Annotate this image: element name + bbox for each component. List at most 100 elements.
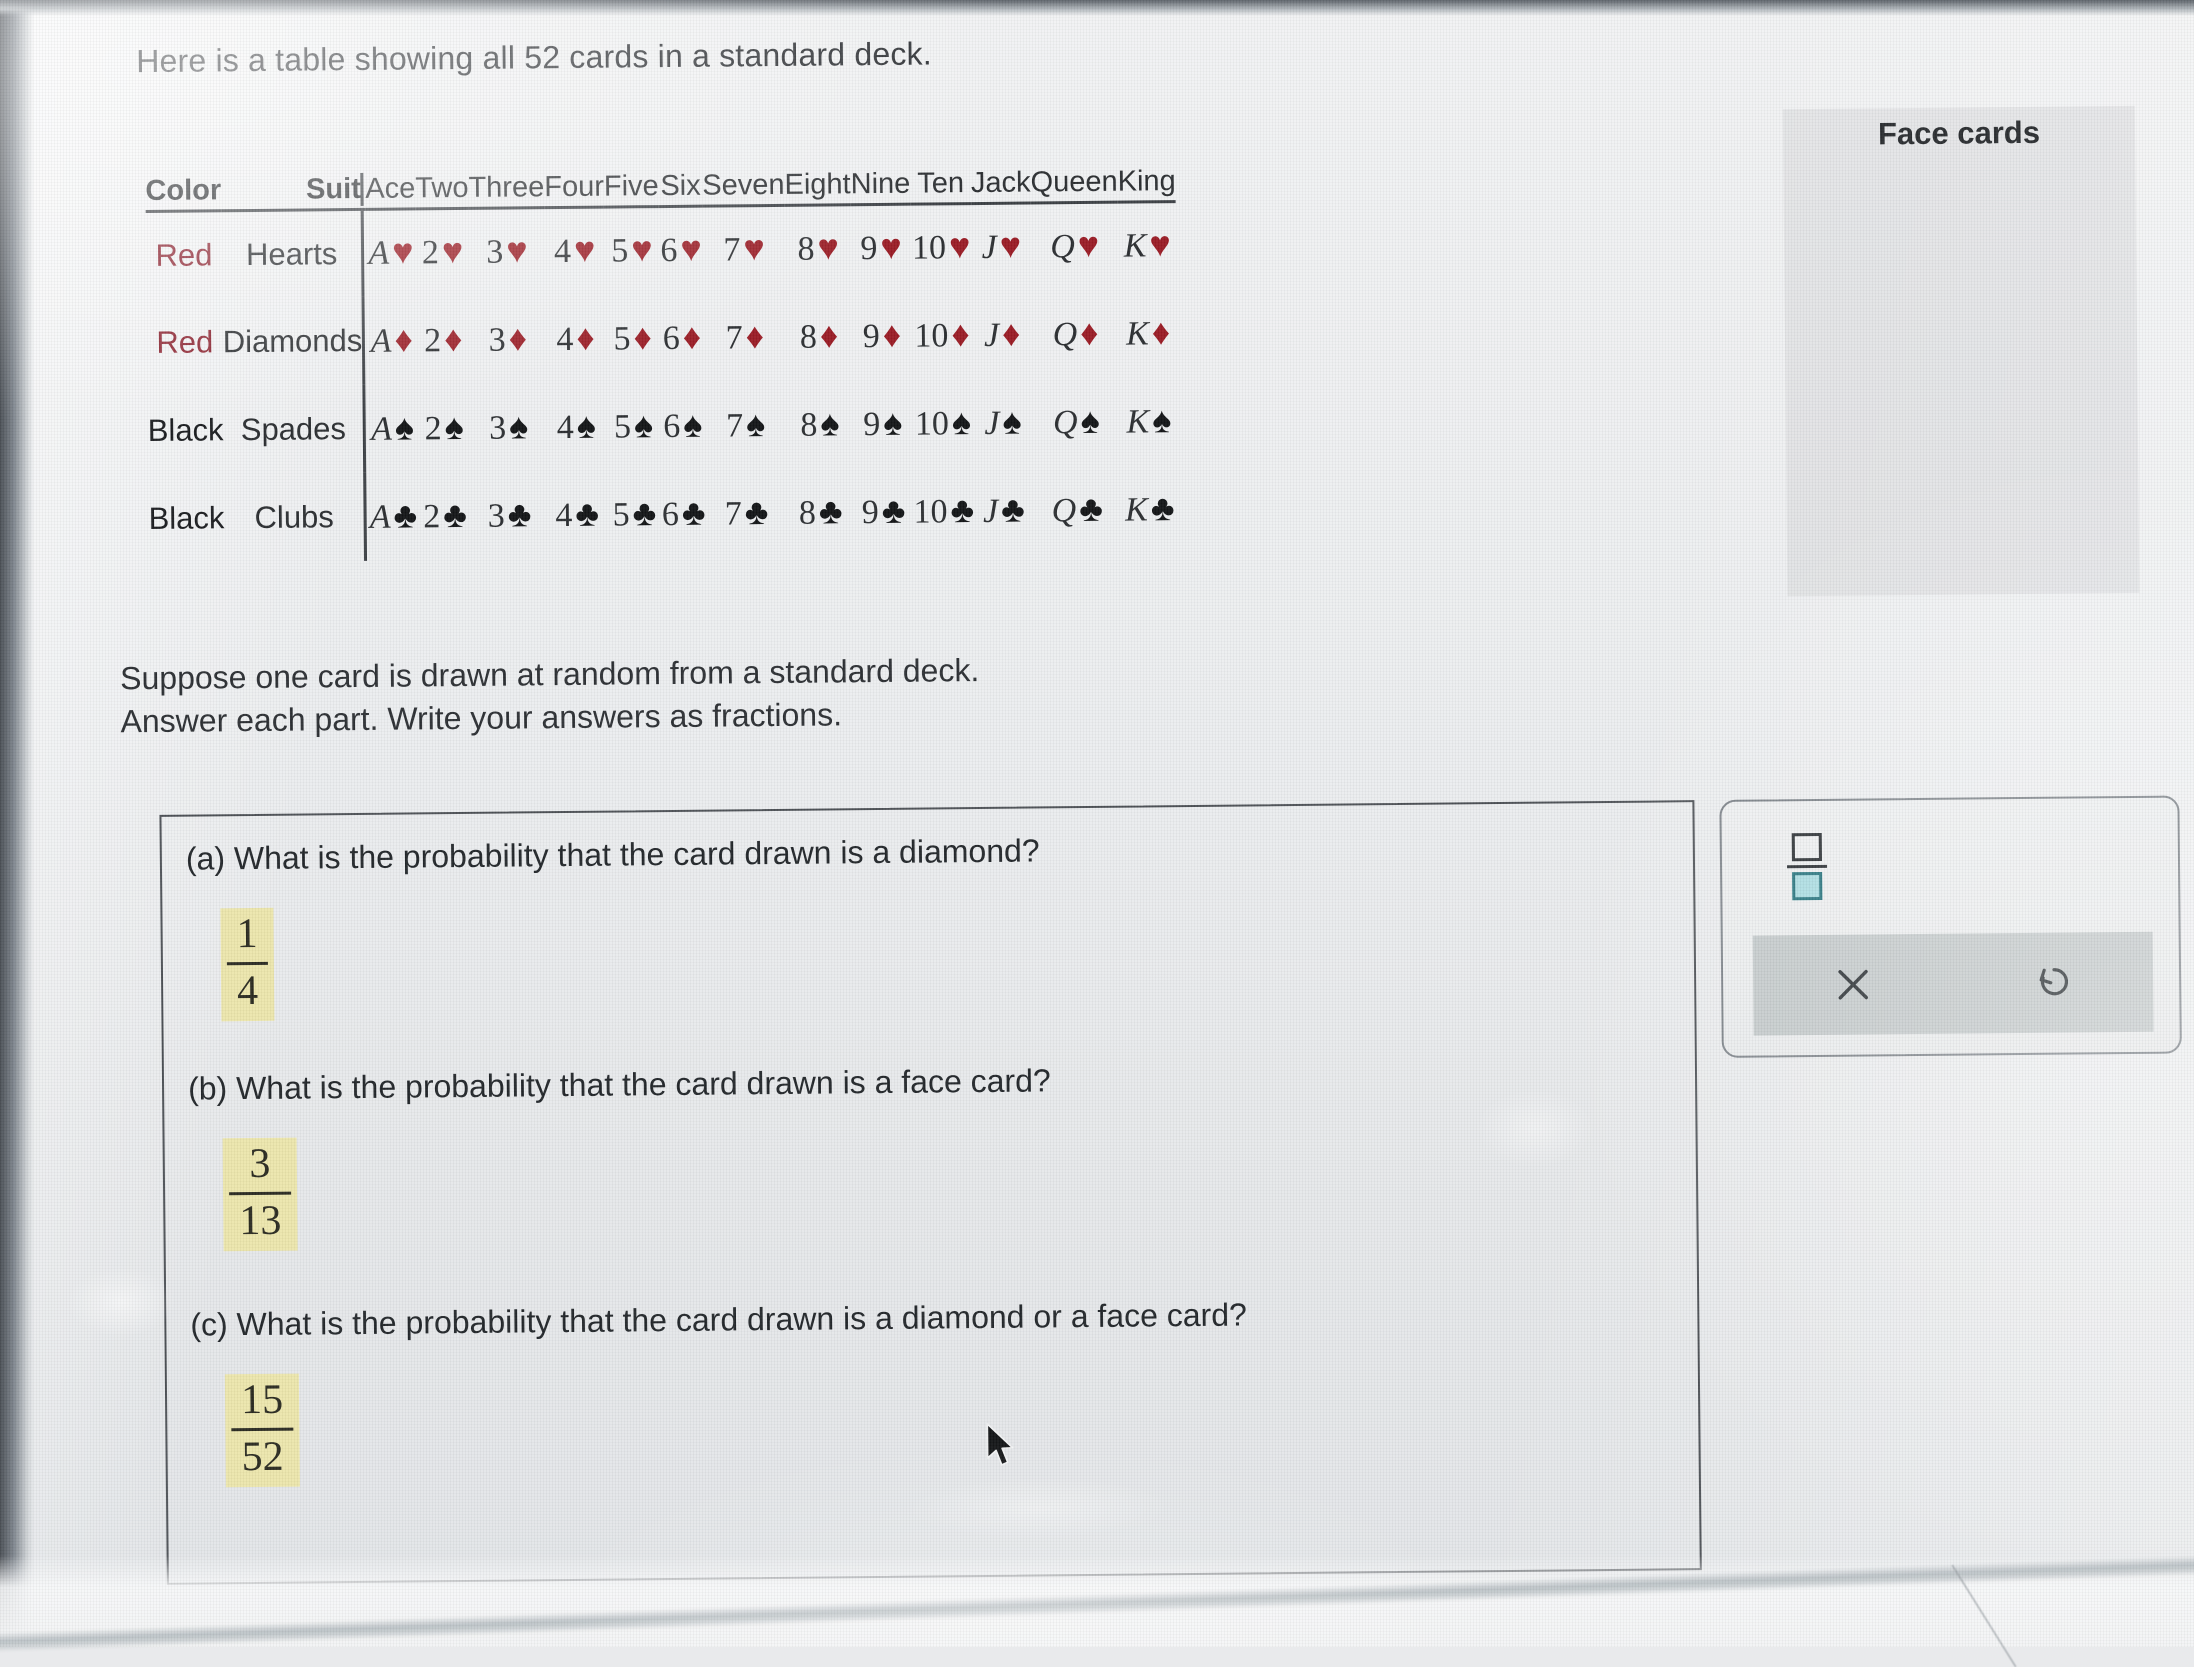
suit-pip-hearts-icon: ♥ xyxy=(441,231,464,272)
header-rank-king: King xyxy=(1117,165,1176,198)
suit-pip-clubs-icon: ♣ xyxy=(393,494,418,536)
suit-pip-spades-icon: ♠ xyxy=(633,404,654,445)
card-rank: A xyxy=(369,498,391,536)
card-rank: 10 xyxy=(914,316,949,355)
card-diamonds-3: 3♦ xyxy=(470,295,547,384)
answer-a-fraction-bar xyxy=(226,962,268,966)
deck-row-clubs: Black Clubs A♣ 2♣ 3♣ 4♣ 5♣ 6♣ 7♣ 8♣ 9♣ 10♣ J♣ Q♣ K♣ xyxy=(148,465,1179,563)
undo-icon xyxy=(2039,968,2069,996)
card-rank: J xyxy=(984,404,1000,442)
cell-color-diamonds: Red xyxy=(156,324,214,360)
card-diamonds-7: 7♦ xyxy=(703,293,786,382)
card-rank: 4 xyxy=(555,496,573,534)
card-spades-10: 10♠ xyxy=(912,379,973,468)
card-rank: 3 xyxy=(486,233,504,271)
screen-top-edge xyxy=(0,0,2194,16)
card-hearts-10: 10♥ xyxy=(911,203,972,292)
cell-color-spades: Black xyxy=(147,412,224,448)
card-hearts-k: K♥ xyxy=(1118,201,1177,290)
suit-pip-clubs-icon: ♣ xyxy=(575,493,600,534)
suit-pip-diamonds-icon: ♦ xyxy=(394,318,414,360)
question-a: (a) What is the probability that the car… xyxy=(161,802,1692,1022)
fraction-denominator-box[interactable] xyxy=(1792,871,1823,901)
card-rank: 7 xyxy=(724,494,742,532)
card-rank: 5 xyxy=(613,319,631,358)
card-spades-7: 7♠ xyxy=(704,381,787,470)
suit-pip-clubs-icon: ♣ xyxy=(507,493,532,535)
cell-color-clubs: Black xyxy=(148,500,225,536)
tool-action-bar xyxy=(1752,931,2154,1036)
card-rank: A xyxy=(368,234,390,273)
card-rank: 2 xyxy=(423,497,441,535)
card-rank: 9 xyxy=(863,405,881,443)
suit-pip-clubs-icon: ♣ xyxy=(681,492,706,533)
suit-pip-spades-icon: ♠ xyxy=(576,405,597,446)
fraction-template-bar xyxy=(1787,864,1828,869)
card-rank: 4 xyxy=(553,233,572,271)
card-spades-k: K♠ xyxy=(1120,377,1179,466)
suit-pip-diamonds-icon: ♦ xyxy=(882,314,902,355)
card-diamonds-9: 9♦ xyxy=(852,292,912,381)
suit-pip-diamonds-icon: ♦ xyxy=(576,317,595,358)
card-spades-9: 9♠ xyxy=(853,380,913,469)
answer-c-denominator: 52 xyxy=(241,1434,284,1481)
card-clubs-10: 10♣ xyxy=(913,467,974,556)
card-rank: J xyxy=(981,229,997,267)
card-clubs-k: K♣ xyxy=(1120,465,1179,554)
face-cards-label: Face cards xyxy=(1877,114,2041,152)
suit-pip-diamonds-icon: ♦ xyxy=(951,313,970,354)
card-clubs-q: Q♣ xyxy=(1033,466,1121,555)
suit-pip-hearts-icon: ♥ xyxy=(631,229,653,270)
suit-pip-hearts-icon: ♥ xyxy=(1149,224,1171,265)
undo-button[interactable] xyxy=(1953,957,2153,1009)
cell-suit-clubs: Clubs xyxy=(254,499,334,535)
suit-pip-spades-icon: ♠ xyxy=(1002,401,1022,442)
suit-pip-clubs-icon: ♣ xyxy=(1000,489,1025,530)
answer-b-numerator: 3 xyxy=(249,1140,271,1188)
answer-a-denominator: 4 xyxy=(236,968,259,1015)
card-clubs-7: 7♣ xyxy=(705,469,788,558)
suit-pip-hearts-icon: ♥ xyxy=(948,226,971,267)
card-rank: 7 xyxy=(725,318,743,356)
card-spades-5: 5♠ xyxy=(606,382,662,471)
worksheet-content: Here is a table showing all 52 cards in … xyxy=(0,0,2194,1655)
card-hearts-2: 2♥ xyxy=(416,208,470,297)
card-hearts-3: 3♥ xyxy=(469,207,546,296)
suit-pip-hearts-icon: ♥ xyxy=(573,229,596,271)
card-rank: A xyxy=(370,410,393,448)
card-rank: J xyxy=(983,316,1000,354)
answer-a-numerator: 1 xyxy=(236,910,258,958)
card-diamonds-4: 4♦ xyxy=(545,295,605,384)
suit-pip-diamonds-icon: ♦ xyxy=(508,317,528,359)
fraction-numerator-box[interactable] xyxy=(1791,832,1822,862)
suit-pip-spades-icon: ♠ xyxy=(508,405,529,447)
header-rank-queen: Queen xyxy=(1030,165,1118,199)
card-diamonds-5: 5♦ xyxy=(605,294,661,383)
card-rank: 2 xyxy=(421,234,440,272)
question-c-label: (c) What is the probability that the car… xyxy=(190,1296,1247,1343)
answer-b-denominator: 13 xyxy=(239,1198,282,1245)
header-rank-ace: Ace xyxy=(365,172,416,205)
suit-pip-clubs-icon: ♣ xyxy=(1150,487,1175,528)
card-rank: 2 xyxy=(424,409,442,447)
answer-c-numerator: 15 xyxy=(240,1376,284,1424)
card-spades-6: 6♠ xyxy=(661,382,705,470)
card-spades-q: Q♠ xyxy=(1032,378,1120,467)
answer-b-fraction[interactable]: 3 13 xyxy=(222,1137,298,1252)
suit-pip-spades-icon: ♠ xyxy=(1080,400,1100,441)
card-clubs-a: A♣ xyxy=(368,472,419,560)
card-spades-3: 3♠ xyxy=(470,383,547,472)
fraction-template-icon[interactable] xyxy=(1784,832,1831,901)
card-rank: 9 xyxy=(860,230,878,268)
clear-button[interactable] xyxy=(1753,961,1953,1009)
suit-pip-spades-icon: ♠ xyxy=(683,404,703,445)
answer-c-fraction[interactable]: 15 52 xyxy=(224,1373,300,1488)
deck-table: Color Suit Ace Two Three Four Five Six S… xyxy=(145,165,1179,563)
question-b-label: (b) What is the probability that the car… xyxy=(187,1062,1051,1107)
screen-smudge-1 xyxy=(65,1266,177,1338)
suit-pip-diamonds-icon: ♦ xyxy=(443,318,463,359)
suit-pip-clubs-icon: ♣ xyxy=(744,491,769,532)
card-clubs-9: 9♣ xyxy=(853,468,913,557)
answer-a-fraction[interactable]: 1 4 xyxy=(220,907,275,1022)
header-rank-six: Six xyxy=(660,169,701,203)
